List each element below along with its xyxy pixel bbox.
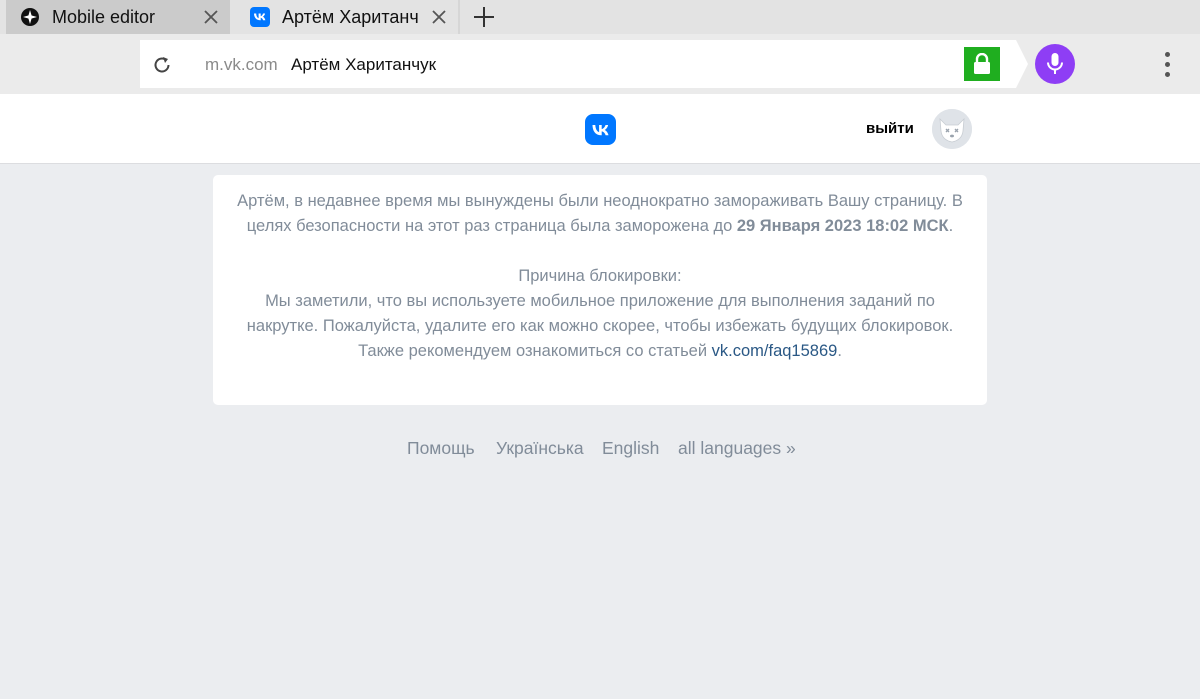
footer-links: Помощь Українська English all languages … bbox=[0, 438, 1200, 462]
secure-lock-button[interactable] bbox=[964, 47, 1000, 81]
faq-link[interactable]: vk.com/faq15869 bbox=[712, 342, 838, 360]
vk-logo-icon[interactable] bbox=[585, 114, 616, 145]
tab-divider bbox=[458, 0, 460, 34]
logout-link[interactable]: выйти bbox=[866, 120, 914, 137]
notice-intro: Артём, в недавнее время мы вынуждены был… bbox=[235, 189, 965, 239]
language-english-link[interactable]: English bbox=[602, 438, 659, 459]
freeze-notice-card: Артём, в недавнее время мы вынуждены был… bbox=[213, 175, 987, 405]
reload-icon bbox=[154, 57, 170, 73]
lock-icon bbox=[974, 53, 990, 74]
menu-dot bbox=[1164, 51, 1170, 57]
tab-title: Артём Хаританч bbox=[282, 7, 419, 27]
tab-mobile-editor[interactable]: Mobile editor bbox=[6, 0, 230, 34]
notice-intro-end: . bbox=[948, 217, 954, 235]
close-icon[interactable] bbox=[424, 0, 454, 34]
plus-icon bbox=[474, 7, 494, 27]
menu-dot bbox=[1164, 61, 1170, 67]
reason-text: Мы заметили, что вы используете мобильно… bbox=[246, 292, 954, 360]
voice-search-button[interactable] bbox=[1035, 44, 1075, 84]
avatar[interactable] bbox=[932, 109, 972, 149]
new-tab-button[interactable] bbox=[462, 0, 506, 34]
browser-menu-button[interactable] bbox=[1152, 46, 1182, 82]
compass-icon bbox=[20, 7, 40, 27]
language-ukrainian-link[interactable]: Українська bbox=[496, 438, 584, 459]
url-page-title[interactable]: Артём Хаританчук bbox=[291, 55, 436, 75]
all-languages-link[interactable]: all languages » bbox=[678, 438, 796, 459]
browser-chrome: Mobile editor Артём Хаританч m.vk.com Ар… bbox=[0, 0, 1200, 94]
close-icon[interactable] bbox=[196, 0, 226, 34]
vk-icon bbox=[250, 7, 270, 27]
url-domain[interactable]: m.vk.com bbox=[205, 55, 278, 75]
notice-body: Артём, в недавнее время мы вынуждены был… bbox=[213, 189, 987, 364]
tab-title: Mobile editor bbox=[52, 7, 156, 27]
reload-button[interactable] bbox=[146, 50, 178, 80]
reason-block: Причина блокировки: Мы заметили, что вы … bbox=[235, 264, 965, 364]
dog-avatar-icon bbox=[932, 109, 972, 149]
frozen-until-date: 29 Января 2023 18:02 МСК bbox=[736, 217, 949, 235]
help-link[interactable]: Помощь bbox=[407, 438, 475, 459]
microphone-icon bbox=[1047, 53, 1063, 74]
reason-title: Причина блокировки: bbox=[518, 267, 682, 285]
tab-vk-profile[interactable]: Артём Хаританч bbox=[236, 0, 458, 34]
reason-end: . bbox=[837, 342, 842, 360]
menu-dot bbox=[1164, 71, 1170, 77]
site-header: выйти bbox=[0, 94, 1200, 164]
